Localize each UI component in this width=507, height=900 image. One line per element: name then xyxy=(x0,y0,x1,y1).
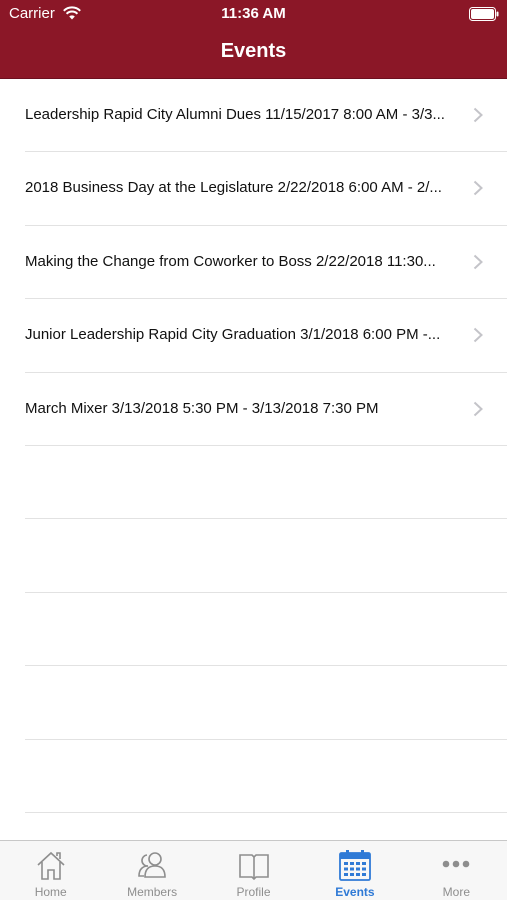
chevron-right-icon xyxy=(473,327,483,343)
tab-label: More xyxy=(442,885,470,899)
event-label: 2018 Business Day at the Legislature 2/2… xyxy=(25,179,442,197)
tab-label: Events xyxy=(335,885,375,899)
tab-events[interactable]: Events xyxy=(304,841,405,900)
tab-home[interactable]: Home xyxy=(0,841,101,900)
navigation-bar: Events xyxy=(0,28,507,79)
empty-row xyxy=(0,740,507,813)
chevron-right-icon xyxy=(473,254,483,270)
battery-icon xyxy=(469,7,499,21)
event-row[interactable]: Leadership Rapid City Alumni Dues 11/15/… xyxy=(0,79,507,153)
empty-row xyxy=(0,666,507,740)
empty-row xyxy=(0,519,507,593)
events-list: Leadership Rapid City Alumni Dues 11/15/… xyxy=(0,79,507,813)
event-row[interactable]: March Mixer 3/13/2018 5:30 PM - 3/13/201… xyxy=(0,372,507,446)
page-title: Events xyxy=(220,40,287,62)
profile-book-icon xyxy=(238,854,269,881)
tab-bar: Home Members Profile Events More xyxy=(0,840,507,900)
tab-label: Home xyxy=(34,885,67,899)
empty-row xyxy=(0,593,507,667)
event-row[interactable]: Making the Change from Coworker to Boss … xyxy=(0,225,507,300)
more-dots-icon xyxy=(443,860,470,868)
status-bar: Carrier 11:36 AM xyxy=(0,0,507,28)
event-label: Leadership Rapid City Alumni Dues 11/15/… xyxy=(25,106,445,123)
calendar-icon xyxy=(339,850,371,881)
event-label: Junior Leadership Rapid City Graduation … xyxy=(25,326,441,344)
row-separator xyxy=(25,811,507,813)
event-label: March Mixer 3/13/2018 5:30 PM - 3/13/201… xyxy=(25,399,379,417)
chevron-right-icon xyxy=(473,401,483,416)
tab-profile[interactable]: Profile xyxy=(203,841,304,900)
event-label: Making the Change from Coworker to Boss … xyxy=(25,252,436,270)
status-time: 11:36 AM xyxy=(221,5,286,22)
tab-more[interactable]: More xyxy=(406,841,507,900)
tab-label: Members xyxy=(127,885,178,899)
event-row[interactable]: Junior Leadership Rapid City Graduation … xyxy=(0,299,507,373)
tab-label: Profile xyxy=(236,885,271,899)
empty-row xyxy=(0,446,507,520)
members-icon xyxy=(138,852,166,878)
chevron-right-icon xyxy=(473,107,483,123)
event-row[interactable]: 2018 Business Day at the Legislature 2/2… xyxy=(0,152,507,226)
tab-members[interactable]: Members xyxy=(101,841,202,900)
chevron-right-icon xyxy=(473,181,483,196)
home-icon xyxy=(37,851,65,880)
